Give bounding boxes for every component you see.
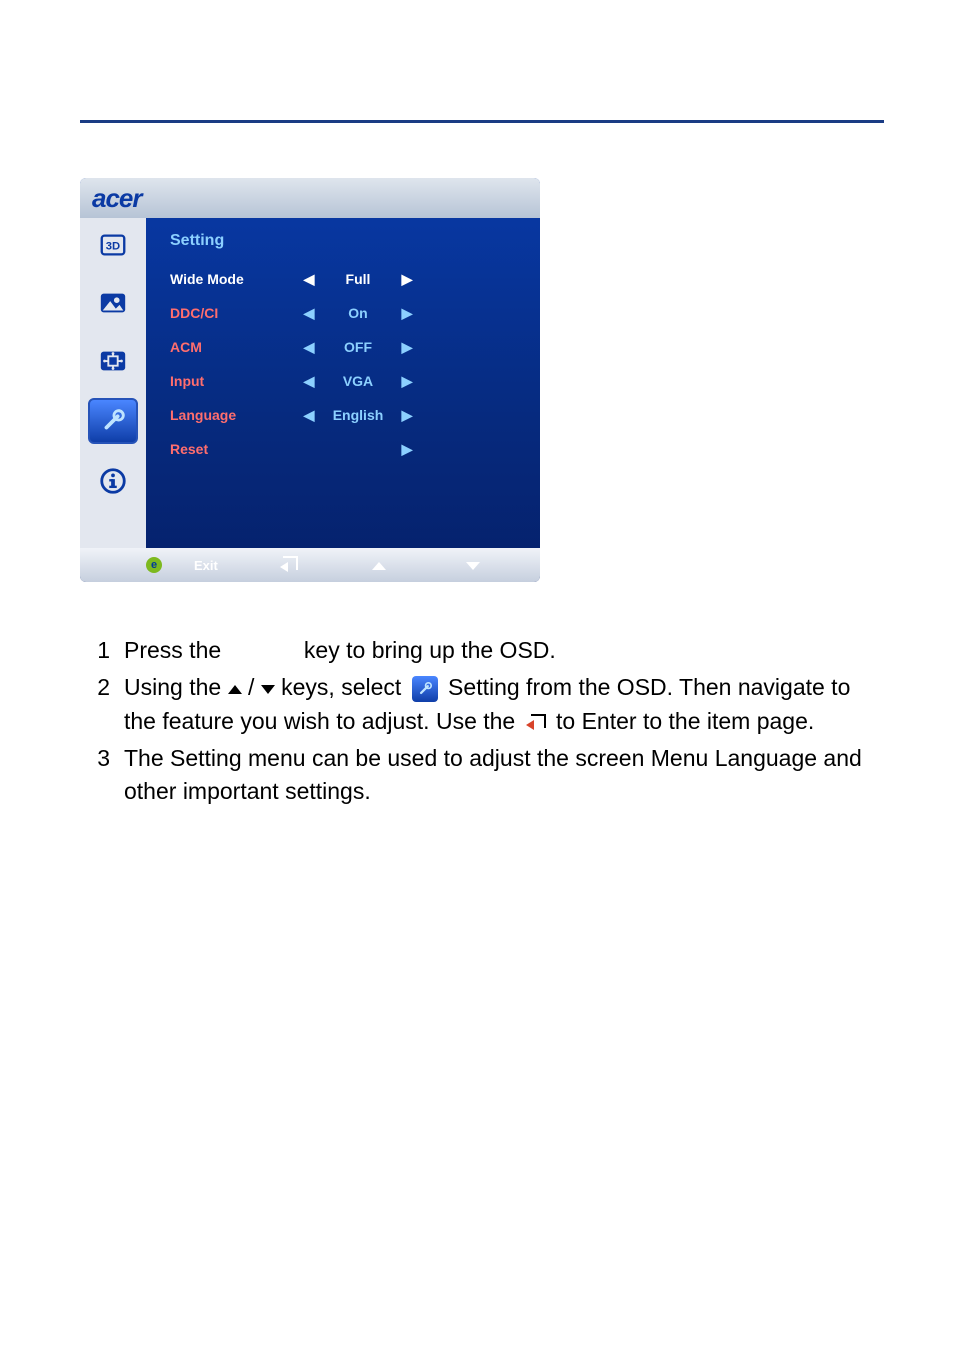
arrow-right-icon[interactable]: ▶ [398,271,416,288]
setting-icon [416,680,434,698]
osd-body: 3D [80,218,540,548]
arrow-right-icon[interactable]: ▶ [398,305,416,322]
setting-icon-box [412,676,438,702]
down-icon [466,562,480,570]
instr-text: Using the [124,674,228,700]
instruction-text: The Setting menu can be used to adjust t… [124,742,884,809]
row-label: Reset [170,441,300,457]
arrow-right-icon[interactable]: ▶ [398,407,416,424]
instruction-item: 2 Using the / keys, select Setting from … [80,671,884,738]
osd-row-reset[interactable]: Reset ◀ ▶ [170,432,524,466]
instr-text: key to bring up the OSD. [298,637,556,663]
osd-sidebar: 3D [80,218,146,548]
tab-3d[interactable]: 3D [90,224,136,266]
osd-up-button[interactable] [372,558,386,573]
instruction-number: 3 [80,742,124,809]
instr-text: keys, select [275,674,408,700]
empowering-icon: e [146,557,162,573]
instruction-item: 3 The Setting menu can be used to adjust… [80,742,884,809]
tab-picture[interactable] [90,282,136,324]
row-label: Wide Mode [170,271,300,287]
position-icon [98,346,128,376]
row-label: Language [170,407,300,423]
instr-text: Press the [124,637,228,663]
osd-section-title: Setting [170,232,524,250]
instruction-number: 2 [80,671,124,738]
up-icon [228,685,242,694]
enter-icon [280,556,298,572]
instruction-item: 1 Press the key to bring up the OSD. [80,634,884,667]
arrow-right-icon[interactable]: ▶ [398,373,416,390]
osd-enter-button[interactable] [280,556,298,575]
arrow-right-icon[interactable]: ▶ [398,441,416,458]
row-value: English [318,407,398,423]
osd-row-wide-mode[interactable]: Wide Mode ◀ Full ▶ [170,262,524,296]
instr-text: / [242,674,261,700]
tab-position[interactable] [90,340,136,382]
info-icon [98,466,128,496]
osd-panel: acer 3D [80,178,540,582]
arrow-left-icon[interactable]: ◀ [300,305,318,322]
arrow-right-icon[interactable]: ▶ [398,339,416,356]
brand-logo: acer [92,183,142,214]
instruction-text: Using the / keys, select Setting from th… [124,671,884,738]
row-label: DDC/CI [170,305,300,321]
osd-row-acm[interactable]: ACM ◀ OFF ▶ [170,330,524,364]
header-rule [80,120,884,123]
row-label: Input [170,373,300,389]
row-label: ACM [170,339,300,355]
svg-text:3D: 3D [106,241,120,253]
osd-bottom-bar: e Exit [80,548,540,582]
tab-setting[interactable] [88,398,138,444]
row-value: On [318,305,398,321]
row-value: Full [318,271,398,287]
instruction-number: 1 [80,634,124,667]
setting-icon [98,406,128,436]
instr-text: to Enter to the item page. [550,708,815,734]
row-value: VGA [318,373,398,389]
down-icon [261,685,275,694]
up-icon [372,562,386,570]
picture-icon [98,288,128,318]
instr-text: The Setting menu can be used to adjust t… [124,745,862,804]
tab-info[interactable] [90,460,136,502]
row-value: OFF [318,339,398,355]
instruction-list: 1 Press the key to bring up the OSD. 2 U… [80,634,884,809]
arrow-left-icon[interactable]: ◀ [300,373,318,390]
osd-brand-bar: acer [80,178,540,218]
3d-icon: 3D [98,230,128,260]
enter-icon [526,714,546,732]
arrow-left-icon[interactable]: ◀ [300,407,318,424]
arrow-left-icon[interactable]: ◀ [300,339,318,356]
osd-row-ddcci[interactable]: DDC/CI ◀ On ▶ [170,296,524,330]
arrow-left-icon[interactable]: ◀ [300,271,318,288]
exit-label: Exit [194,558,218,573]
instruction-text: Press the key to bring up the OSD. [124,634,884,667]
osd-row-input[interactable]: Input ◀ VGA ▶ [170,364,524,398]
osd-down-button[interactable] [466,558,480,573]
osd-row-language[interactable]: Language ◀ English ▶ [170,398,524,432]
osd-exit-button[interactable]: e Exit [146,557,218,573]
osd-main: Setting Wide Mode ◀ Full ▶ DDC/CI ◀ On ▶… [146,218,540,548]
